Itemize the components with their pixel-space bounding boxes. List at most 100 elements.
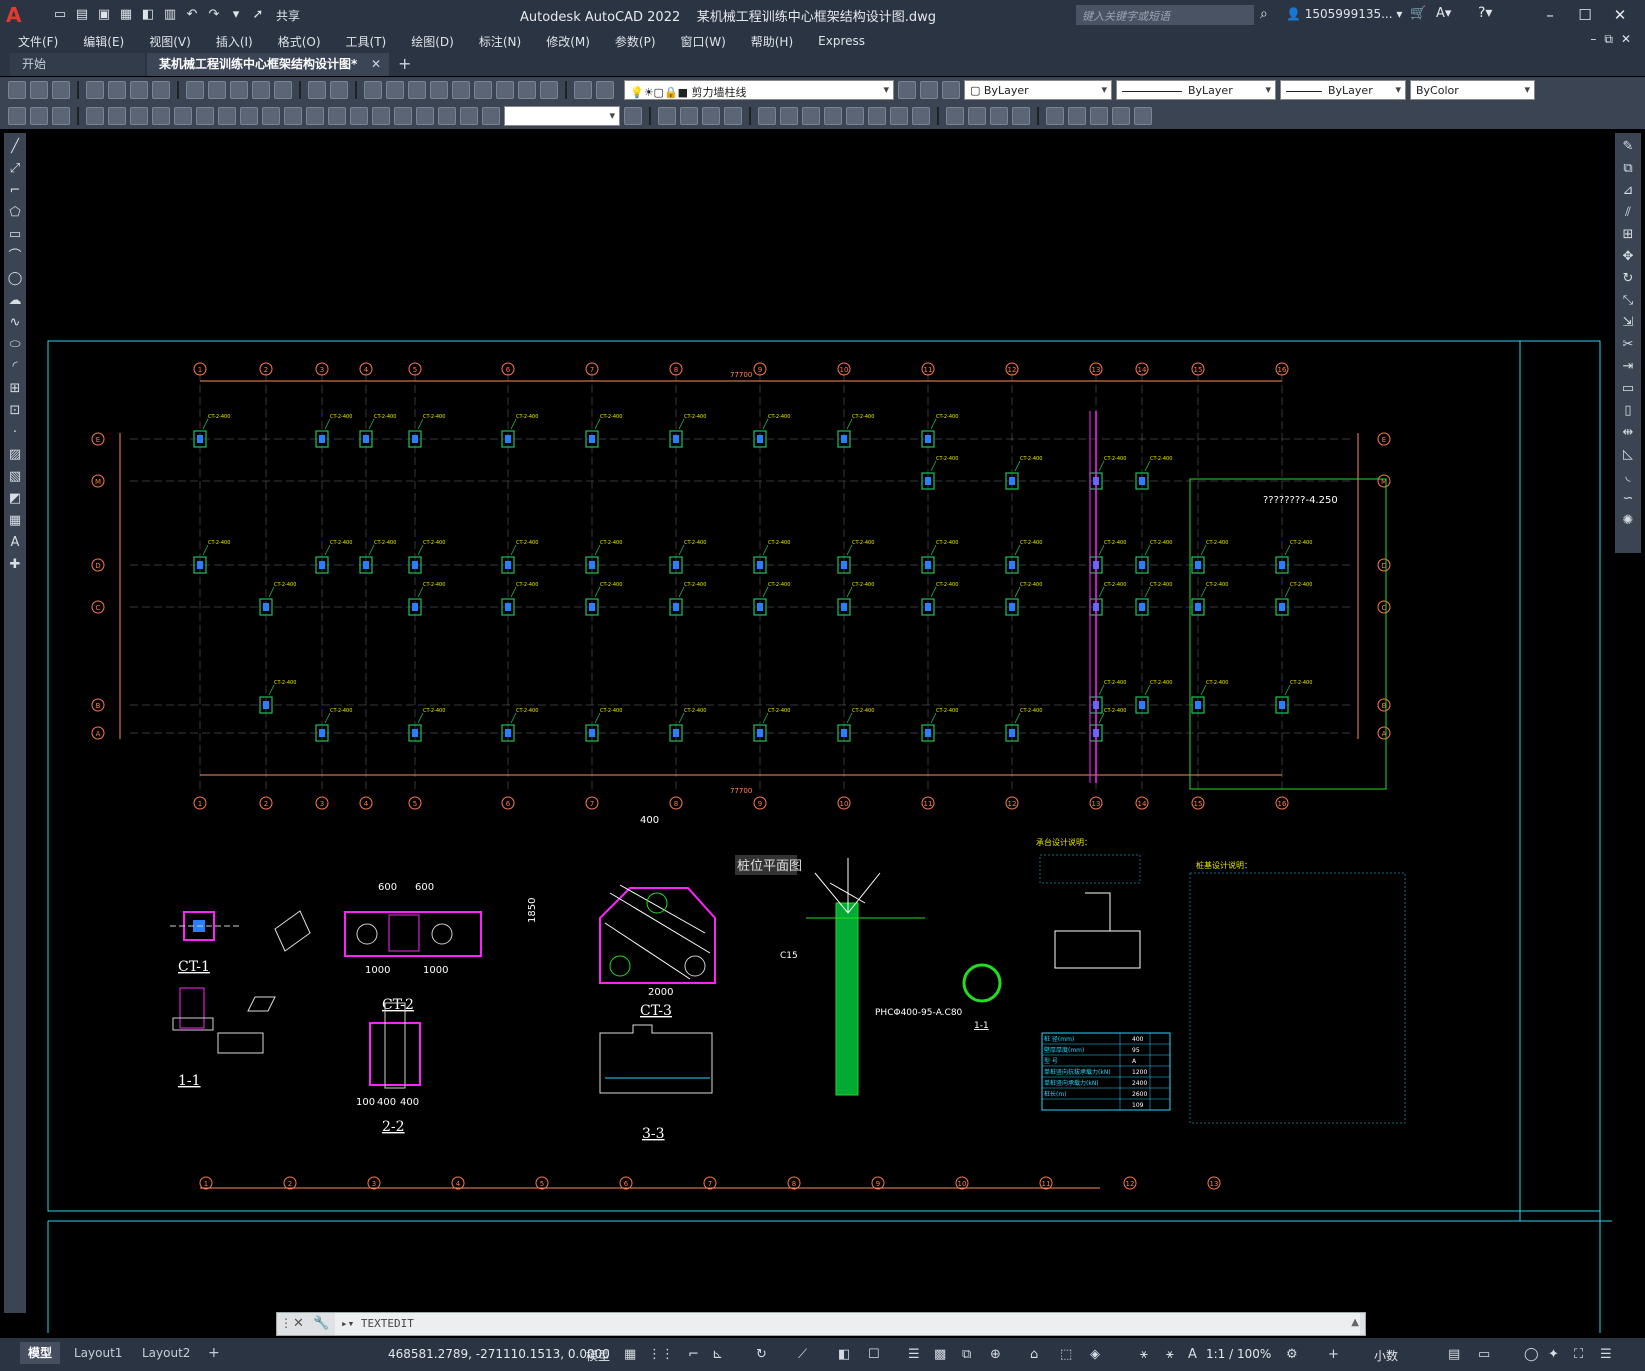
ellipse-arc-icon[interactable]: ◜: [7, 359, 23, 375]
layer-dropdown[interactable]: 💡☀▢🔒■ 剪力墙柱线: [624, 80, 894, 100]
iso-view-2-icon[interactable]: [890, 107, 908, 125]
region-icon[interactable]: ◩: [7, 491, 23, 507]
model-space-button[interactable]: 模型: [586, 1347, 610, 1364]
new-tab-plus-icon[interactable]: +: [398, 54, 411, 73]
close-button[interactable]: ✕: [1605, 4, 1635, 26]
circle-icon[interactable]: ◯: [7, 271, 23, 287]
menu-draw[interactable]: 绘图(D): [411, 33, 454, 50]
copy-object-icon[interactable]: ⧉: [1620, 161, 1636, 177]
baseline-icon[interactable]: [284, 107, 302, 125]
zoom-previous-icon[interactable]: [430, 81, 448, 99]
right-view-icon[interactable]: [846, 107, 864, 125]
command-history-icon[interactable]: ▲: [1351, 1317, 1359, 1328]
visual-style-2-icon[interactable]: [968, 107, 986, 125]
ucs-previous-icon[interactable]: [1090, 107, 1108, 125]
close-icon[interactable]: ✕: [371, 53, 381, 76]
tolerance-icon[interactable]: [350, 107, 368, 125]
3d-print-icon[interactable]: [152, 81, 170, 99]
jogged-linear-icon[interactable]: [416, 107, 434, 125]
new-icon[interactable]: [8, 81, 26, 99]
inspection-icon[interactable]: [394, 107, 412, 125]
menu-tools[interactable]: 工具(T): [346, 33, 387, 50]
undo-icon[interactable]: ↶: [184, 7, 200, 23]
undo-icon[interactable]: [308, 81, 326, 99]
menu-parametric[interactable]: 参数(P): [615, 33, 656, 50]
aligned-dimension-icon[interactable]: [108, 107, 126, 125]
new-icon[interactable]: ▭: [52, 7, 68, 23]
hatch-icon[interactable]: ▨: [7, 447, 23, 463]
lineweight-dropdown[interactable]: ByLayer: [1280, 80, 1406, 100]
point-icon[interactable]: ·: [7, 425, 23, 441]
plot-icon[interactable]: ▥: [162, 7, 178, 23]
ucs-icon[interactable]: [1046, 107, 1064, 125]
top-view-icon[interactable]: [780, 107, 798, 125]
annotation-scale-value[interactable]: 1:1 / 100%: [1206, 1347, 1271, 1361]
tab-layout2[interactable]: Layout2: [134, 1342, 198, 1364]
view-cube-icon[interactable]: [758, 107, 776, 125]
break-icon[interactable]: ▯: [1620, 403, 1636, 419]
share-icon[interactable]: ➚: [250, 7, 266, 23]
plotstyle-dropdown[interactable]: ByColor: [1410, 80, 1535, 100]
publish-icon[interactable]: [130, 81, 148, 99]
calculator-icon[interactable]: [540, 81, 558, 99]
dimension-update-icon[interactable]: [482, 107, 500, 125]
tab-start[interactable]: 开始: [10, 53, 145, 76]
mirror-icon[interactable]: ⊿: [1620, 183, 1636, 199]
help-icon[interactable]: ?▾: [1478, 5, 1492, 21]
match-properties-icon[interactable]: [252, 81, 270, 99]
lineweight-icon[interactable]: ☰: [908, 1347, 920, 1362]
ucs-object-icon[interactable]: [1134, 107, 1152, 125]
command-input[interactable]: ▸▾ TEXTEDIT: [335, 1313, 1360, 1335]
revision-cloud-icon[interactable]: ☁: [7, 293, 23, 309]
sheet-set-icon[interactable]: [518, 81, 536, 99]
save-icon[interactable]: [52, 81, 70, 99]
make-block-icon[interactable]: ⊡: [7, 403, 23, 419]
auto-scale-icon[interactable]: ⚹: [1166, 1347, 1174, 1362]
plus-icon[interactable]: +: [1328, 1347, 1339, 1362]
zoom-realtime-icon[interactable]: [386, 81, 404, 99]
redo-icon[interactable]: [330, 81, 348, 99]
extrude-icon[interactable]: [724, 107, 742, 125]
fillet-icon[interactable]: ◟: [1620, 469, 1636, 485]
grip-icon[interactable]: ⋮: [280, 1316, 292, 1330]
front-view-icon[interactable]: [802, 107, 820, 125]
snap-icon[interactable]: ⋮⋮: [648, 1347, 674, 1362]
break-at-point-icon[interactable]: ▭: [1620, 381, 1636, 397]
ucs-face-icon[interactable]: [1112, 107, 1130, 125]
diameter-icon[interactable]: [218, 107, 236, 125]
menu-file[interactable]: 文件(F): [18, 33, 58, 50]
copy-icon[interactable]: [208, 81, 226, 99]
plot-preview-icon[interactable]: [108, 81, 126, 99]
sphere-icon[interactable]: [680, 107, 698, 125]
polar-tracking-icon[interactable]: ↻: [756, 1347, 767, 1362]
ellipse-icon[interactable]: ⬭: [7, 337, 23, 353]
visual-style-1-icon[interactable]: [946, 107, 964, 125]
cylinder-icon[interactable]: [702, 107, 720, 125]
grid-icon[interactable]: ▦: [624, 1347, 636, 1362]
saveas-icon[interactable]: ▦: [118, 7, 134, 23]
visual-style-3-icon[interactable]: [990, 107, 1008, 125]
cart-icon[interactable]: 🛒: [1410, 6, 1426, 21]
jogged-icon[interactable]: [196, 107, 214, 125]
layer-tool-2-icon[interactable]: [30, 107, 48, 125]
tab-layout1[interactable]: Layout1: [66, 1342, 130, 1364]
help-icon[interactable]: [574, 81, 592, 99]
ortho-icon[interactable]: ⊾: [712, 1347, 723, 1362]
menu-format[interactable]: 格式(O): [278, 33, 321, 50]
web-mobile-icon[interactable]: ◧: [140, 7, 156, 23]
maximize-button[interactable]: ☐: [1570, 4, 1600, 26]
menu-window[interactable]: 窗口(W): [681, 33, 726, 50]
spline-icon[interactable]: ∿: [7, 315, 23, 331]
annotation-scale-icon[interactable]: A: [1188, 1347, 1197, 1362]
search-icon[interactable]: ⌕: [1260, 6, 1268, 22]
transparency-icon[interactable]: ▩: [934, 1347, 946, 1362]
left-view-icon[interactable]: [824, 107, 842, 125]
line-icon[interactable]: ╱: [7, 139, 23, 155]
autocad-logo[interactable]: A: [6, 2, 32, 28]
add-layout-plus-icon[interactable]: +: [200, 1342, 228, 1364]
linear-dimension-icon[interactable]: [86, 107, 104, 125]
plan-title[interactable]: 桩位平面图: [737, 859, 802, 874]
quick-properties-panel-icon[interactable]: ▤: [1448, 1347, 1460, 1362]
menu-edit[interactable]: 编辑(E): [83, 33, 124, 50]
isolate-objects-icon[interactable]: ◯: [1524, 1347, 1539, 1362]
